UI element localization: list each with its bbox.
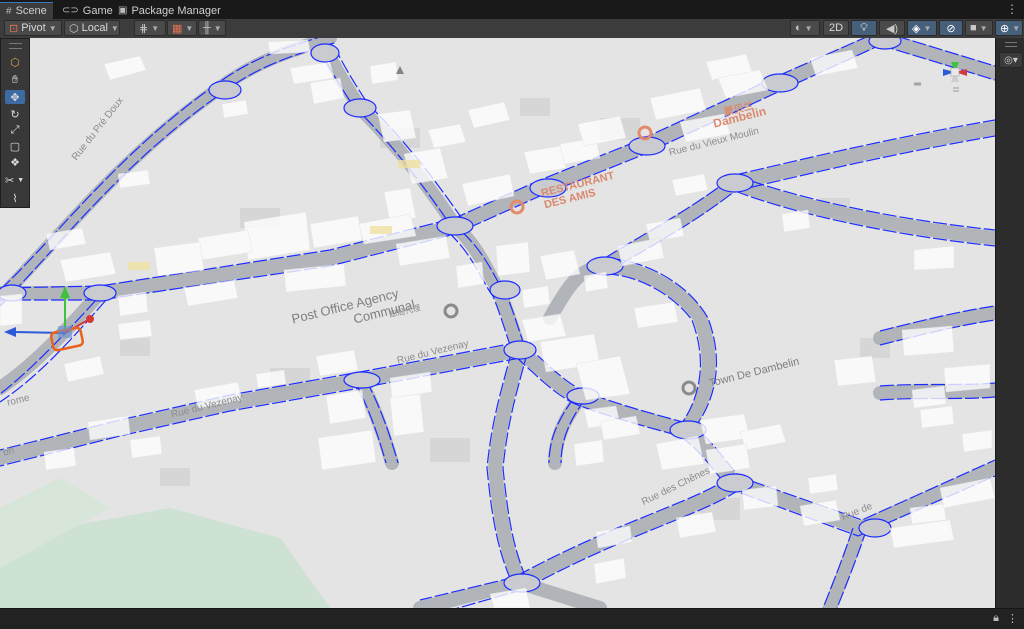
grid-visibility-button[interactable]: ▦ ▼ <box>167 20 197 36</box>
editor-tab-bar: # Scene ⊂⊃ Game ▣ Package Manager ⋮ <box>0 0 1024 19</box>
status-bar: 🔒︎ ⋮ <box>0 608 1024 629</box>
space-dropdown[interactable]: ⬡ Local ▼ <box>64 20 120 36</box>
chevron-down-icon: ▼ <box>804 23 813 33</box>
chevron-down-icon: ▼ <box>17 176 25 184</box>
overlay-grip-handle[interactable] <box>9 43 22 49</box>
tool-hand[interactable]: ✋︎ <box>5 73 25 87</box>
chevron-down-icon: ▼ <box>151 23 160 33</box>
scene-icon: # <box>6 5 12 17</box>
chevron-down-icon: ▼ <box>923 23 932 33</box>
scale-icon: ⤢ <box>10 123 20 136</box>
tab-scene[interactable]: # Scene <box>0 2 53 19</box>
game-controller-icon: ⊂⊃ <box>62 5 79 16</box>
shading-sphere-icon: ◐ <box>795 22 802 34</box>
grid-snap-icon: ⋕ <box>139 22 149 35</box>
tree-icon <box>396 66 404 74</box>
gizmo-menu-icon[interactable]: ═ <box>914 79 921 90</box>
tool-rect[interactable]: ▢ <box>5 139 25 153</box>
tab-game-label: Game <box>82 4 113 17</box>
draw-mode-dropdown[interactable]: ◐ ▼ <box>790 20 820 36</box>
tool-spline[interactable]: ⌇ <box>5 191 25 205</box>
intersection-nodes <box>0 38 902 593</box>
lock-icon[interactable]: 🔒︎ <box>993 612 999 625</box>
gizmos-dropdown[interactable]: ⊕ ▼ <box>995 20 1023 36</box>
overlay-grip-handle[interactable] <box>1005 42 1017 47</box>
tool-scale[interactable]: ⤢ <box>5 123 25 137</box>
tab-scene-label: Scene <box>15 5 47 17</box>
chevron-down-icon: ▼ <box>110 23 119 33</box>
hidden-objects-toggle[interactable]: ⊘ <box>939 20 963 36</box>
scene-tools-overlay: ⬡ ✋︎ ✥ ↻ ⤢ ▢ ❖ ✂ ▼ ⌇ <box>0 38 30 208</box>
effects-dropdown[interactable]: ◈ ▼ <box>907 20 937 36</box>
tool-rotate[interactable]: ↻ <box>5 107 25 121</box>
local-space-icon: ⬡ <box>69 22 79 35</box>
tab-package-manager[interactable]: ▣ Package Manager <box>112 2 227 19</box>
grid-icon: ▦ <box>172 22 183 35</box>
camera-icon: ■ <box>970 22 977 34</box>
move-icon: ✥ <box>10 91 20 104</box>
grid-snapping-button[interactable]: ⋕ ▼ <box>134 20 166 36</box>
audio-toggle[interactable]: ◀) <box>879 20 905 36</box>
scene-toolbar: ⊡ Pivot ▼ ⬡ Local ▼ ⋕ ▼ ▦ ▼ ╫ ▼ ◐ ▼ 2D 💡… <box>0 19 1024 39</box>
tool-custom[interactable]: ✂ ▼ <box>5 173 29 187</box>
tab-game[interactable]: ⊂⊃ Game <box>56 2 119 19</box>
lightbulb-icon: 💡︎ <box>860 21 868 34</box>
transform-icon: ❖ <box>10 156 20 169</box>
orientation-gizmo[interactable] <box>933 50 977 110</box>
chevron-down-icon: ▼ <box>213 23 222 33</box>
view-options-dropdown[interactable]: ◎▾ <box>999 52 1023 68</box>
chevron-down-icon: ▼ <box>185 23 194 33</box>
more-icon[interactable]: ⋮ <box>1007 612 1018 625</box>
eye-slash-icon: ⊘ <box>946 22 956 35</box>
toggle-2d-button[interactable]: 2D <box>823 20 849 36</box>
ruler-icon: ╫ <box>203 22 211 34</box>
cube-icon: ⬡ <box>10 56 20 69</box>
camera-dropdown[interactable]: ■ ▼ <box>965 20 993 36</box>
pivot-label: Pivot <box>21 22 46 34</box>
scene-viewport[interactable]: RESTAURANT DES AMIS 蒙贝兰 Dambelin Post Of… <box>0 38 995 608</box>
spline-icon: ⌇ <box>12 192 18 205</box>
tab-menu-icon[interactable]: ⋮ <box>1006 2 1018 16</box>
tool-view-cube[interactable]: ⬡ <box>5 55 25 69</box>
tool-transform[interactable]: ❖ <box>5 155 25 169</box>
right-overlay-strip: ◎▾ <box>995 38 1024 608</box>
layers-icon: ◈ <box>912 22 921 35</box>
package-icon: ▣ <box>118 5 128 16</box>
tab-package-manager-label: Package Manager <box>131 4 221 17</box>
pivot-icon: ⊡ <box>9 22 19 35</box>
space-label: Local <box>81 22 108 34</box>
pivot-dropdown[interactable]: ⊡ Pivot ▼ <box>4 20 62 36</box>
rotate-icon: ↻ <box>10 108 20 121</box>
toggle-2d-label: 2D <box>828 22 844 34</box>
custom-tools-icon: ✂ <box>5 174 15 187</box>
lighting-toggle[interactable]: 💡︎ <box>851 20 877 36</box>
speaker-icon: ◀) <box>885 22 899 35</box>
increment-snapping-button[interactable]: ╫ ▼ <box>198 20 226 36</box>
gizmo-globe-icon: ⊕ <box>1000 22 1010 35</box>
chevron-down-icon: ▼ <box>48 23 57 33</box>
chevron-down-icon: ▼ <box>979 23 988 33</box>
rect-transform-icon: ▢ <box>9 140 21 153</box>
hand-icon: ✋︎ <box>11 73 19 86</box>
view-options-icon: ◎▾ <box>1004 54 1018 66</box>
chevron-down-icon: ▼ <box>1012 23 1021 33</box>
tool-move[interactable]: ✥ <box>5 90 25 104</box>
